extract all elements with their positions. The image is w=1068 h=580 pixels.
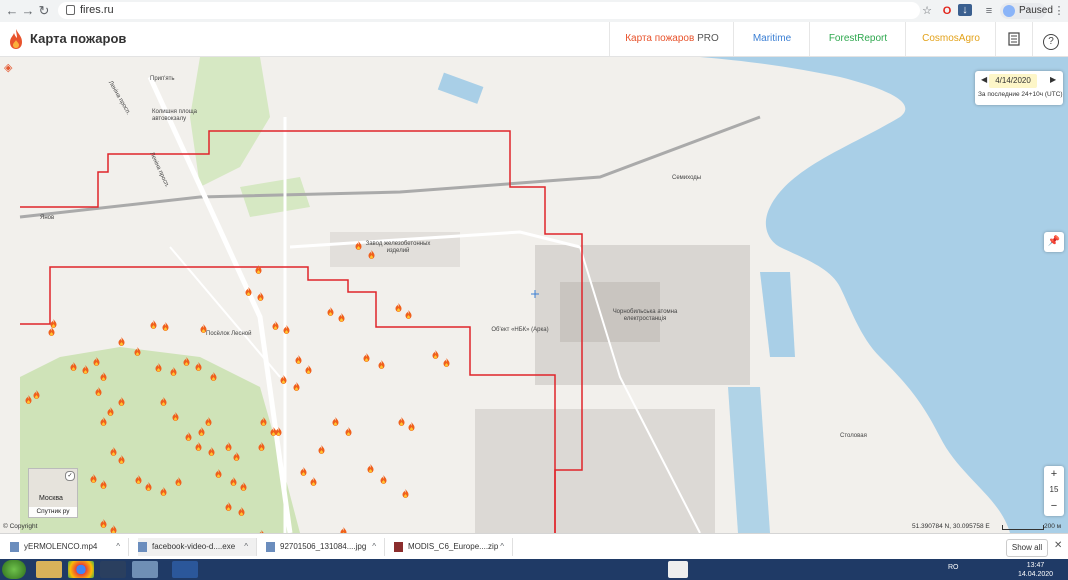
nav-maritime[interactable]: Maritime bbox=[733, 22, 810, 56]
basemap-label: Спутник ру bbox=[29, 507, 77, 517]
clock-time: 13:47 bbox=[1026, 562, 1045, 569]
copyright-link[interactable]: © Copyright bbox=[3, 523, 37, 530]
opera-extension-icon[interactable]: O bbox=[940, 4, 954, 18]
download-filename: 92701506_131084....jpg bbox=[280, 542, 367, 551]
download-item[interactable]: MODIS_C6_Europe....zip ^ bbox=[394, 538, 513, 556]
chevron-up-icon[interactable]: ^ bbox=[372, 538, 376, 556]
south-industrial-zone bbox=[475, 409, 715, 533]
map-label-prypiat: Прип'ять bbox=[150, 76, 175, 82]
zoom-in-button[interactable]: + bbox=[1044, 466, 1064, 482]
download-extension-icon[interactable]: ↓ bbox=[958, 4, 972, 16]
date-next-arrow-icon[interactable]: ▶ bbox=[1050, 75, 1056, 84]
downloads-bar: yERMOLENCO.mp4 ^ facebook-video-d....exe… bbox=[0, 533, 1068, 560]
map-label-arka: Об'ект «НБК» (Арка) bbox=[491, 327, 549, 333]
clock-date: 14.04.2020 bbox=[1018, 571, 1054, 578]
book-icon[interactable] bbox=[995, 22, 1032, 56]
chevron-up-icon[interactable]: ^ bbox=[244, 538, 248, 556]
file-icon bbox=[266, 542, 275, 552]
avatar bbox=[1003, 5, 1015, 17]
nav-forestreport[interactable]: ForestReport bbox=[809, 22, 906, 56]
pen-tool-icon[interactable] bbox=[668, 561, 688, 578]
start-button[interactable] bbox=[2, 560, 26, 579]
download-item[interactable]: 92701506_131084....jpg ^ bbox=[266, 538, 385, 556]
nav-fires-pro[interactable]: Карта пожаров PRO bbox=[609, 22, 734, 56]
map-label-npp: Чорнобильська атомна електростанція bbox=[612, 309, 678, 322]
water-inlet bbox=[728, 387, 770, 533]
archive-icon bbox=[394, 542, 403, 552]
nav-forestreport-label: ForestReport bbox=[828, 33, 888, 44]
map-label-yaniv: Янов bbox=[40, 215, 55, 221]
site-title[interactable]: Карта пожаров bbox=[30, 31, 126, 46]
scale-label: 200 м bbox=[1044, 523, 1062, 530]
window-icon[interactable] bbox=[132, 561, 158, 578]
star-icon[interactable]: ☆ bbox=[920, 4, 934, 18]
map-label-bus-station: Колишня площа автовокзалу bbox=[152, 109, 198, 122]
zoom-control: + 15 − bbox=[1044, 466, 1064, 516]
download-filename: yERMOLENCO.mp4 bbox=[24, 542, 98, 551]
menu-kebab-icon[interactable]: ⋮ bbox=[1052, 4, 1066, 18]
site-header: Карта пожаров Карта пожаров PRO Maritime… bbox=[0, 22, 1068, 57]
windows-taskbar: RO 13:47 14.04.2020 bbox=[0, 559, 1068, 580]
reload-icon[interactable]: ↻ bbox=[36, 3, 52, 19]
minimap-city: Москва bbox=[39, 495, 63, 502]
date-panel: ◀ 4/14/2020 ▶ За последние 24+10ч (UTC) bbox=[975, 71, 1063, 105]
close-icon[interactable]: ✕ bbox=[1054, 540, 1062, 551]
browser-toolbar: ← → ↻ fires.ru ☆ O ↓ ≡ Paused ⋮ bbox=[0, 0, 1068, 23]
back-arrow-icon[interactable]: ← bbox=[4, 3, 20, 19]
chrome-icon[interactable] bbox=[68, 561, 94, 578]
basemap-switcher[interactable]: ✓ Москва Спутник ру bbox=[28, 468, 78, 518]
chevron-up-icon[interactable]: ^ bbox=[116, 538, 120, 556]
date-prev-arrow-icon[interactable]: ◀ bbox=[981, 75, 987, 84]
file-icon bbox=[10, 542, 19, 552]
date-picker[interactable]: 4/14/2020 bbox=[989, 74, 1037, 88]
date-range-text: За последние 24+10ч (UTC) bbox=[978, 91, 1063, 98]
system-clock[interactable]: 13:47 14.04.2020 bbox=[1018, 561, 1053, 579]
url-text: fires.ru bbox=[80, 4, 114, 16]
water-pond bbox=[437, 72, 484, 104]
nav-fires-pro-label: Карта пожаров bbox=[625, 33, 695, 44]
show-all-button[interactable]: Show all bbox=[1006, 539, 1048, 557]
scale-bar bbox=[1002, 525, 1044, 530]
nav-cosmosagro-label: CosmosAgro bbox=[922, 33, 980, 44]
word-icon[interactable] bbox=[172, 561, 198, 578]
nav-maritime-label: Maritime bbox=[752, 33, 792, 44]
download-item[interactable]: facebook-video-d....exe ^ bbox=[138, 538, 257, 556]
download-item[interactable]: yERMOLENCO.mp4 ^ bbox=[10, 538, 129, 556]
map-label-lesnoy: Посёлок Лесной bbox=[206, 331, 252, 337]
fire-map[interactable]: ◈ Прип'ять Колишня площа автовокзалу Лен… bbox=[0, 57, 1068, 533]
profile-button[interactable]: Paused bbox=[1000, 3, 1053, 19]
pin-icon[interactable]: 📌 bbox=[1044, 232, 1064, 252]
profile-label: Paused bbox=[1019, 5, 1053, 16]
tray-language[interactable]: RO bbox=[948, 564, 959, 571]
layers-icon[interactable]: ◈ bbox=[4, 62, 16, 74]
lock-icon bbox=[66, 5, 75, 15]
nav-fires-pro-suffix: PRO bbox=[697, 33, 719, 44]
explorer-icon[interactable] bbox=[36, 561, 62, 578]
steam-icon[interactable] bbox=[100, 561, 126, 578]
coordinates-readout: 51.390784 N, 30.095758 E bbox=[912, 523, 990, 530]
reading-list-icon[interactable]: ≡ bbox=[982, 4, 996, 18]
check-icon: ✓ bbox=[65, 471, 75, 481]
download-filename: facebook-video-d....exe bbox=[152, 542, 236, 551]
map-label-stolovaya: Столовая bbox=[840, 433, 867, 439]
railway bbox=[19, 115, 761, 219]
flame-logo-icon[interactable] bbox=[8, 28, 24, 50]
nav-cosmosagro[interactable]: CosmosAgro bbox=[905, 22, 996, 56]
help-glyph: ? bbox=[1043, 34, 1059, 50]
file-icon bbox=[138, 542, 147, 552]
map-label-semykhody: Семиходы bbox=[672, 175, 702, 181]
chevron-up-icon[interactable]: ^ bbox=[500, 538, 504, 556]
download-filename: MODIS_C6_Europe....zip bbox=[408, 542, 499, 551]
map-canvas bbox=[19, 57, 1068, 533]
water-channel bbox=[760, 272, 795, 357]
address-bar[interactable]: fires.ru bbox=[58, 2, 920, 19]
forward-arrow-icon[interactable]: → bbox=[20, 3, 36, 19]
help-icon[interactable]: ? bbox=[1032, 22, 1068, 56]
zoom-level: 15 bbox=[1049, 485, 1059, 494]
zoom-out-button[interactable]: − bbox=[1044, 498, 1064, 514]
